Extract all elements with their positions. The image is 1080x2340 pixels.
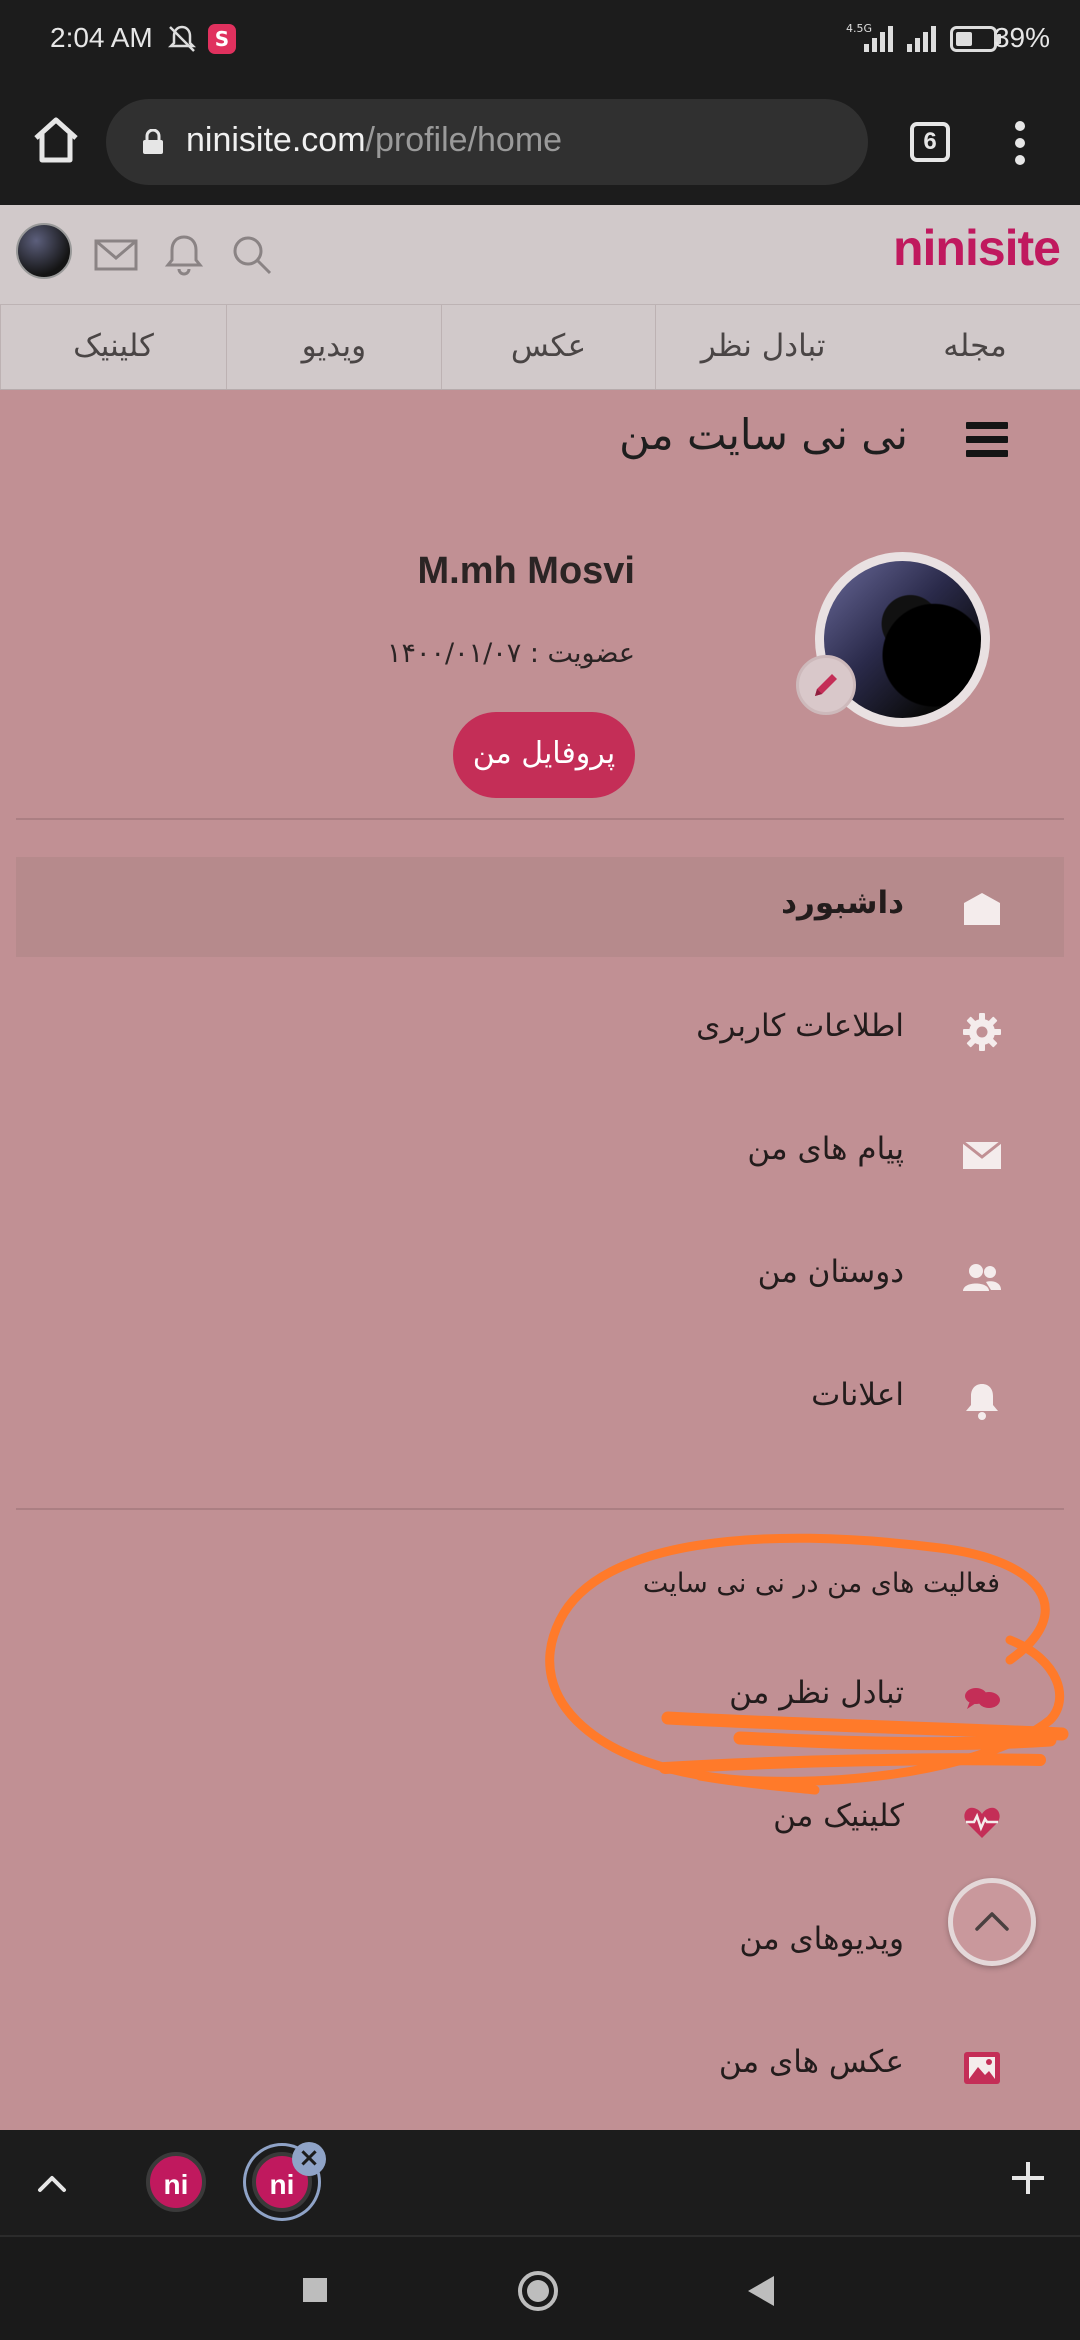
battery-percent: 39% [993,22,1050,53]
recent-apps-icon[interactable] [300,2275,330,2305]
system-navigation-bar [0,2235,1080,2340]
friends-icon [963,1264,1001,1291]
activity-item-clinic[interactable]: کلینیک من [16,1770,1064,1870]
activity-item-photos[interactable]: عکس های من [16,2016,1064,2116]
tab-thumbnail[interactable]: ni [146,2152,206,2212]
screen: { "status_bar": { "time": "2:04 AM", "ne… [0,0,1080,2340]
pencil-icon [815,674,837,696]
url-path: /profile/home [365,121,563,159]
user-name: M.mh Mosvi [417,550,635,592]
url-text: ninisite.com/profile/home [186,121,562,160]
home-icon [964,893,1000,925]
menu-item-dashboard[interactable]: داشبورد [16,857,1064,957]
nav-item-magazine[interactable]: مجله [870,305,1080,389]
menu-item-label: دوستان من [757,1254,904,1290]
menu-item-label: اعلانات [811,1377,904,1413]
nav-item-photo[interactable]: عکس [440,305,656,389]
menu-item-user-info[interactable]: اطلاعات کاربری [16,980,1064,1080]
chevron-up-icon [975,1912,1009,1931]
site-logo[interactable]: ninisite [893,219,1061,277]
activity-item-label: ویدیوهای من [739,1921,904,1957]
back-icon[interactable] [744,2273,778,2309]
gear-icon [963,1013,1001,1051]
panel-header: نی نی سایت من [0,390,1080,490]
activity-item-videos[interactable]: ویدیوهای من [16,1893,1064,1993]
chat-bubbles-icon [965,1688,1000,1709]
status-bar: 2:04 AM S 4.5G 39% [0,0,1080,80]
menu-item-messages[interactable]: پیام های من [16,1103,1064,1203]
search-icon[interactable] [228,231,276,279]
notifications-muted-icon [167,25,197,52]
nav-item-forum[interactable]: تبادل نظر [655,305,870,389]
bell-icon [966,1384,998,1420]
menu-item-label: داشبورد [781,885,904,921]
url-host: ninisite.com [186,121,366,159]
activity-item-label: تبادل نظر من [729,1675,904,1711]
activity-item-label: عکس های من [718,2044,904,2080]
member-since: عضویت : ۱۴۰۰/۰۱/۰۷ [387,638,635,669]
page-title: نی نی سایت من [619,410,908,459]
activity-item-label: کلینیک من [773,1798,904,1834]
avatar[interactable] [16,223,72,279]
divider [16,818,1064,820]
app-notification-icon: S [208,24,236,54]
messages-icon[interactable] [92,231,140,279]
browser-toolbar: ninisite.com/profile/home 6 [0,80,1080,205]
nav-item-clinic[interactable]: کلینیک [0,305,226,389]
activity-item-forum[interactable]: تبادل نظر من [16,1647,1064,1747]
edit-avatar-button[interactable] [796,655,856,715]
divider [16,1508,1064,1510]
tab-switcher-button[interactable]: 6 [910,122,950,162]
signal-icon [864,26,893,52]
browser-tab-strip: ni ni × [0,2130,1080,2235]
site-header: ninisite [0,205,1080,305]
menu-item-friends[interactable]: دوستان من [16,1226,1064,1326]
image-icon [964,2052,1000,2084]
envelope-icon [962,1140,1002,1169]
menu-item-label: اطلاعات کاربری [696,1008,904,1044]
lock-icon [143,129,163,154]
more-options-icon[interactable] [1000,118,1040,168]
close-tab-icon[interactable]: × [292,2142,326,2176]
menu-item-label: پیام های من [747,1131,904,1167]
profile-panel: نی نی سایت من M.mh Mosvi عضویت : ۱۴۰۰/۰۱… [0,390,1080,2130]
signal-icon-2 [907,26,936,52]
menu-item-notifications[interactable]: اعلانات [16,1349,1064,1449]
my-profile-button[interactable]: پروفایل من [453,712,635,798]
home-icon[interactable] [26,110,86,170]
bell-icon[interactable] [160,231,208,279]
activities-title: فعالیت های من در نی نی سایت [642,1568,1000,1599]
heart-pulse-icon [964,1807,1000,1838]
scroll-to-top-button[interactable] [948,1878,1036,1966]
home-button-icon[interactable] [516,2269,560,2313]
hamburger-menu-icon[interactable] [966,422,1008,458]
status-time: 2:04 AM [50,22,153,53]
chevron-up-icon[interactable] [30,2162,74,2206]
new-tab-icon[interactable] [1006,2156,1050,2200]
nav-item-video[interactable]: ویدیو [225,305,441,389]
site-nav: مجله تبادل نظر عکس ویدیو کلینیک [0,305,1080,390]
address-bar[interactable]: ninisite.com/profile/home [106,99,868,185]
